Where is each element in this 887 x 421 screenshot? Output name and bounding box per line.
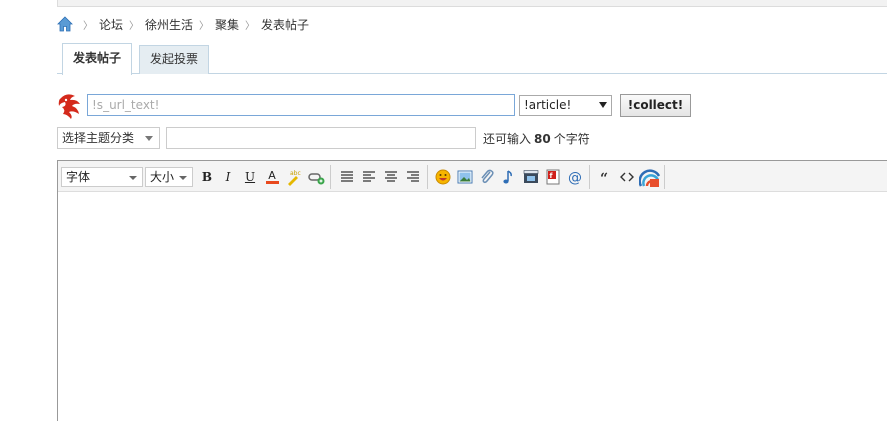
bold-button[interactable]: B [198, 168, 216, 186]
toolbar-divider [664, 165, 665, 189]
svg-text:abc: abc [290, 170, 301, 177]
align-center-icon[interactable] [382, 168, 400, 186]
font-size-select[interactable]: 大小 [145, 167, 193, 187]
editor-toolbar: 字体 大小 B I U A abc f @ “ [58, 161, 887, 192]
subject-row: 选择主题分类 还可输入 80 个字符 [57, 127, 887, 151]
quote-icon[interactable]: “ [596, 168, 614, 186]
chevron-down-icon [129, 176, 137, 180]
align-right-icon[interactable] [404, 168, 422, 186]
chevron-down-icon [145, 136, 153, 141]
counter-value: 80 [534, 132, 551, 146]
top-bar [57, 0, 887, 7]
post-tabs: 发表帖子 发起投票 [57, 43, 887, 75]
color-bar-icon [265, 181, 279, 184]
counter-prefix: 还可输入 [483, 132, 532, 146]
video-icon[interactable] [522, 168, 540, 186]
home-icon[interactable] [57, 16, 73, 32]
breadcrumb-item-xuzhou-life[interactable]: 徐州生活 [145, 16, 193, 33]
text-color-letter: A [268, 169, 276, 182]
tab-poll[interactable]: 发起投票 [139, 45, 210, 74]
topic-type-select-value: 选择主题分类 [62, 131, 135, 145]
breadcrumb-item-gather[interactable]: 聚集 [215, 16, 239, 33]
align-left-icon[interactable] [360, 168, 378, 186]
url-input[interactable] [87, 94, 515, 116]
url-row: !article! !collect! [57, 92, 887, 120]
toolbar-divider [589, 165, 590, 189]
counter-suffix: 个字符 [553, 132, 590, 146]
breadcrumb-item-forum[interactable]: 论坛 [99, 16, 123, 33]
breadcrumb-item-current: 发表帖子 [261, 17, 310, 32]
topic-type-select[interactable]: 选择主题分类 [57, 127, 160, 149]
text-color-button[interactable]: A [263, 168, 281, 186]
breadcrumb-separator: 〉 [199, 20, 210, 32]
breadcrumb-separator: 〉 [129, 20, 140, 32]
collect-button[interactable]: !collect! [620, 94, 691, 117]
rainbow-plugin-icon[interactable] [639, 166, 661, 188]
font-size-select-value: 大小 [150, 170, 175, 184]
attachment-icon[interactable] [478, 168, 496, 186]
chevron-down-icon [179, 176, 187, 180]
flash-icon[interactable]: f [544, 168, 562, 186]
underline-button[interactable]: U [241, 168, 259, 186]
subject-input[interactable] [166, 127, 476, 149]
font-family-select[interactable]: 字体 [61, 167, 143, 187]
rich-text-editor: 字体 大小 B I U A abc f @ “ [57, 160, 887, 421]
font-family-select-value: 字体 [66, 170, 91, 184]
chevron-down-icon [599, 102, 607, 108]
editor-content-area[interactable] [58, 192, 887, 421]
breadcrumb-separator: 〉 [245, 20, 256, 32]
link-icon[interactable] [307, 168, 325, 186]
code-icon[interactable] [618, 168, 636, 186]
image-icon[interactable] [456, 168, 474, 186]
smiley-icon[interactable] [434, 168, 452, 186]
music-icon[interactable] [500, 168, 518, 186]
at-mention-icon[interactable]: @ [566, 168, 584, 186]
breadcrumb-separator: 〉 [83, 20, 93, 32]
svg-text:“: “ [600, 171, 608, 186]
spellcheck-icon[interactable]: abc [285, 168, 303, 186]
align-justify-icon[interactable] [338, 168, 356, 186]
breadcrumb: 〉 论坛 〉 徐州生活 〉 聚集 〉 发表帖子 [57, 15, 309, 33]
tab-post[interactable]: 发表帖子 [62, 43, 133, 75]
char-counter: 还可输入 80 个字符 [483, 130, 590, 147]
dragon-logo-icon [58, 94, 80, 119]
toolbar-divider [330, 165, 331, 189]
italic-button[interactable]: I [219, 168, 237, 186]
svg-text:@: @ [568, 170, 582, 186]
article-select[interactable]: !article! [519, 95, 612, 116]
toolbar-divider [427, 165, 428, 189]
article-select-value: !article! [524, 98, 572, 112]
